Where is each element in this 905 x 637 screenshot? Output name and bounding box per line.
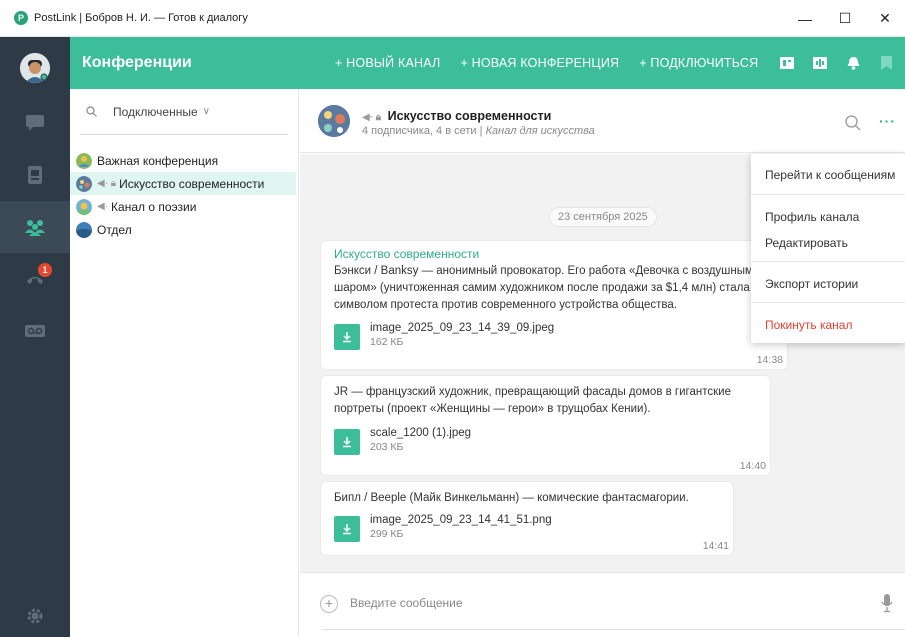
filter-label: Подключенные xyxy=(113,104,198,119)
new-conference-button[interactable]: + НОВАЯ КОНФЕРЕНЦИЯ xyxy=(460,56,619,70)
file-attachment[interactable]: image_2025_09_23_14_39_09.jpeg 162 КБ xyxy=(334,321,554,350)
message-line: Бэнкси / Banksy — анонимный провокатор. … xyxy=(334,265,753,277)
bell-icon[interactable] xyxy=(844,54,862,72)
nav-rail: 1 xyxy=(0,37,70,637)
bookmark-icon[interactable] xyxy=(877,54,895,72)
window-titlebar: P PostLink | Бобров Н. И. — Готов к диал… xyxy=(0,0,905,37)
menu-divider xyxy=(751,194,905,195)
message-bubble[interactable]: JR — французский художник, превращающий … xyxy=(320,375,771,476)
minimize-button[interactable]: — xyxy=(785,0,825,37)
input-underline xyxy=(322,629,905,630)
message-input[interactable] xyxy=(350,591,850,615)
conference-name: Отдел xyxy=(97,222,132,237)
conference-name: Канал о поэзии xyxy=(111,199,197,214)
channel-meta: 4 подписчика, 4 в сети | Канал для искус… xyxy=(362,125,595,137)
message-time: 14:41 xyxy=(702,540,729,552)
video-call-icon[interactable] xyxy=(811,54,829,72)
contacts-book-nav-icon[interactable] xyxy=(0,149,70,201)
conference-avatar-icon xyxy=(76,152,92,169)
conference-name: Искусство современности xyxy=(119,176,265,191)
voicemail-nav-icon[interactable] xyxy=(0,305,70,357)
channel-header: ◀· 🔒︎ Искусство современности 4 подписчи… xyxy=(300,89,905,153)
file-attachment[interactable]: scale_1200 (1).jpeg 203 КБ xyxy=(334,426,471,455)
conference-list-panel: Подключенные ∨ Важная конференция ◀· 🔒︎ … xyxy=(70,89,299,637)
meta-separator: | xyxy=(479,125,483,137)
more-options-icon[interactable]: ··· xyxy=(879,113,896,129)
conference-item[interactable]: Важная конференция xyxy=(70,149,296,172)
contacts-card-icon[interactable] xyxy=(778,54,796,72)
file-name: image_2025_09_23_14_41_51.png xyxy=(370,514,552,526)
microphone-icon[interactable] xyxy=(881,593,893,613)
menu-divider xyxy=(751,302,905,303)
notification-badge: 1 xyxy=(38,263,52,277)
file-size: 203 КБ xyxy=(370,441,404,453)
channel-title: ◀· 🔒︎ Искусство современности xyxy=(362,109,551,123)
message-line: JR — французский художник, превращающий … xyxy=(334,386,731,398)
conference-item[interactable]: Отдел xyxy=(70,218,296,241)
message-bubble[interactable]: Бипл / Beeple (Майк Винкельманн) — комич… xyxy=(320,481,734,556)
file-attachment[interactable]: image_2025_09_23_14_41_51.png 299 КБ xyxy=(334,513,552,542)
menu-item-go-to-messages[interactable]: Перейти к сообщениям xyxy=(765,168,895,182)
message-line: шаром» (уничтоженная самим художником по… xyxy=(334,282,750,294)
menu-item-edit[interactable]: Редактировать xyxy=(765,236,848,250)
search-icon[interactable] xyxy=(86,106,97,117)
conference-item-selected[interactable]: ◀· 🔒︎ Искусство современности xyxy=(70,172,296,195)
menu-item-export-history[interactable]: Экспорт истории xyxy=(765,277,858,291)
close-button[interactable]: ✕ xyxy=(865,0,905,37)
search-icon[interactable] xyxy=(845,115,861,131)
chevron-down-icon: ∨ xyxy=(202,106,210,117)
muted-lock-icon: ◀· 🔒︎ xyxy=(97,178,117,189)
settings-gear-icon[interactable] xyxy=(0,595,70,637)
message-line: символом протеста против современного ус… xyxy=(334,299,677,311)
message-text: JR — французский художник, превращающий … xyxy=(334,384,764,418)
conference-item[interactable]: ◀· Канал о поэзии xyxy=(70,195,296,218)
new-channel-button[interactable]: + НОВЫЙ КАНАЛ xyxy=(335,56,440,70)
message-text: Бэнкси / Banksy — анонимный провокатор. … xyxy=(334,263,774,314)
channel-avatar[interactable] xyxy=(318,105,350,137)
message-author: Искусство современности xyxy=(334,247,480,261)
message-bubble[interactable]: Искусство современности Бэнкси / Banksy … xyxy=(320,240,788,370)
channel-description: Канал для искусства xyxy=(485,125,595,137)
calls-nav-icon[interactable]: 1 xyxy=(0,253,70,305)
file-name: scale_1200 (1).jpeg xyxy=(370,427,472,439)
date-separator: 23 сентября 2025 xyxy=(549,207,657,227)
message-text: Бипл / Beeple (Майк Винкельманн) — комич… xyxy=(334,490,729,507)
menu-item-leave-channel[interactable]: Покинуть канал xyxy=(765,318,852,332)
subscribers-count: 4 подписчика, 4 в сети xyxy=(362,125,477,137)
channel-options-menu: Перейти к сообщениям Профиль канала Реда… xyxy=(751,154,905,343)
user-avatar[interactable] xyxy=(20,53,50,83)
chats-nav-icon[interactable] xyxy=(0,97,70,149)
channel-name: Искусство современности xyxy=(387,109,552,123)
message-composer: + xyxy=(300,572,905,637)
message-time: 14:40 xyxy=(739,460,766,472)
connect-button[interactable]: + ПОДКЛЮЧИТЬСЯ xyxy=(639,56,758,70)
file-size: 162 КБ xyxy=(370,336,404,348)
menu-divider xyxy=(751,261,905,262)
attach-plus-icon[interactable]: + xyxy=(320,595,338,613)
muted-icon: ◀· xyxy=(97,201,109,212)
message-line: портреты (проект «Женщины — герои» в тру… xyxy=(334,403,651,415)
download-icon[interactable] xyxy=(334,516,360,542)
conference-name: Важная конференция xyxy=(97,153,219,168)
department-avatar-icon xyxy=(76,221,92,238)
section-title: Конференции xyxy=(82,54,192,71)
channel-avatar-icon xyxy=(76,198,92,215)
channel-avatar-icon xyxy=(76,175,92,192)
app-logo-icon: P xyxy=(14,11,28,25)
download-icon[interactable] xyxy=(334,429,360,455)
file-name: image_2025_09_23_14_39_09.jpeg xyxy=(370,322,555,334)
message-line: Бипл / Beeple (Майк Винкельманн) — комич… xyxy=(334,492,689,504)
muted-lock-icon: ◀· 🔒︎ xyxy=(362,112,382,123)
maximize-button[interactable]: ☐ xyxy=(825,0,865,37)
header-bar: Конференции + НОВЫЙ КАНАЛ + НОВАЯ КОНФЕР… xyxy=(70,37,905,89)
file-size: 299 КБ xyxy=(370,528,404,540)
download-icon[interactable] xyxy=(334,324,360,350)
menu-item-channel-profile[interactable]: Профиль канала xyxy=(765,210,859,224)
message-time: 14:38 xyxy=(756,354,783,366)
conferences-nav-icon[interactable] xyxy=(0,201,70,253)
window-title: PostLink | Бобров Н. И. — Готов к диалог… xyxy=(34,12,248,24)
connected-filter-dropdown[interactable]: Подключенные ∨ xyxy=(80,89,288,135)
